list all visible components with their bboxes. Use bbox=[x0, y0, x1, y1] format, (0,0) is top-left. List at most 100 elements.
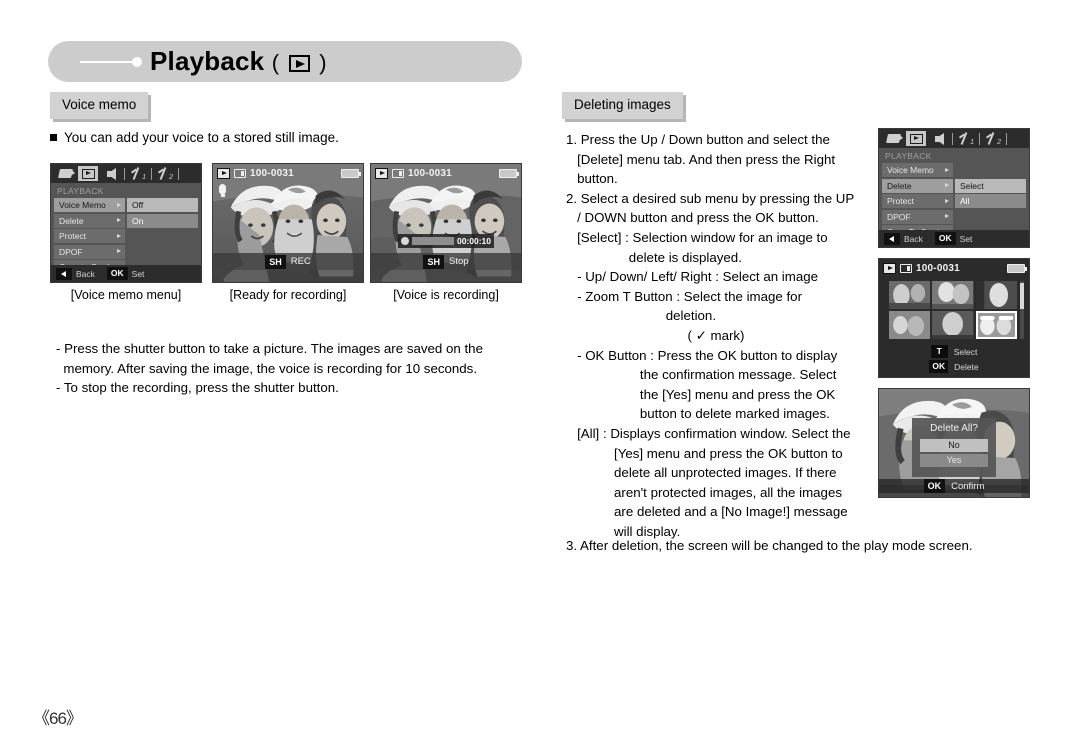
instruction-line: delete all unprotected images. If there bbox=[566, 465, 837, 481]
instruction-line: button to delete marked images. bbox=[566, 406, 830, 422]
instruction-line: - Zoom T Button : Select the image for bbox=[566, 288, 803, 304]
instruction-final-line: 3. After deletion, the screen will be ch… bbox=[566, 538, 973, 553]
instruction-line: deletion. bbox=[566, 308, 717, 324]
chevron-right-icon bbox=[117, 249, 121, 253]
section-tab-voice-memo: Voice memo bbox=[50, 92, 149, 119]
scrollbar-knob[interactable] bbox=[1020, 283, 1024, 309]
memory-card-icon bbox=[900, 263, 912, 273]
thumbnail-scrollbar[interactable] bbox=[1020, 281, 1024, 339]
recording-time: 00:00:10 bbox=[456, 236, 491, 246]
back-label: Back bbox=[76, 268, 95, 279]
menu-item-label: DPOF bbox=[59, 246, 83, 257]
paren-close: ) bbox=[319, 50, 327, 75]
menu-item-voice-memo[interactable]: Voice Memo bbox=[54, 198, 125, 212]
playback-mode-icon bbox=[375, 167, 388, 179]
legend-label: Select bbox=[953, 346, 978, 357]
menu-item-dpof[interactable]: DPOF bbox=[882, 209, 953, 224]
sound-icon[interactable] bbox=[929, 131, 949, 146]
thumbnail-item-selected[interactable] bbox=[975, 311, 1017, 339]
file-number: 100-0031 bbox=[408, 167, 452, 179]
setup2-icon[interactable]: 2 bbox=[155, 166, 175, 181]
menu-item-dpof[interactable]: DPOF bbox=[54, 244, 125, 259]
recording-mode-icon[interactable] bbox=[883, 131, 903, 146]
lcd-voice-is-recording: 100-0031 00:00:10 SH Stop bbox=[370, 163, 522, 283]
lcd-ready-for-recording: 100-0031 SH REC bbox=[212, 163, 364, 283]
submenu-list: Off On bbox=[126, 198, 201, 276]
thumbnail-item[interactable] bbox=[889, 311, 931, 339]
menu-title: PLAYBACK bbox=[57, 186, 104, 196]
menu-item-protect[interactable]: Protect bbox=[882, 194, 953, 208]
square-bullet-icon bbox=[50, 134, 57, 141]
lcd-bottom-strip bbox=[371, 270, 521, 282]
menu-item-protect[interactable]: Protect bbox=[54, 229, 125, 243]
mark-label: mark) bbox=[706, 327, 745, 343]
ok-key-icon[interactable]: OK bbox=[106, 267, 128, 280]
legend-label: Delete bbox=[954, 361, 979, 372]
recording-mode-icon[interactable] bbox=[55, 166, 75, 181]
setup1-icon[interactable]: 1 bbox=[956, 131, 976, 146]
instruction-line: aren't protected images, all the images bbox=[566, 484, 842, 500]
check-mark-note: ( ✓ mark) bbox=[566, 326, 866, 346]
rec-status-label: Stop bbox=[448, 256, 469, 267]
paren-open: ( bbox=[687, 327, 692, 343]
dialog-option-no[interactable]: No bbox=[920, 439, 988, 453]
instruction-line: [All] : Displays confirmation window. Se… bbox=[566, 425, 851, 441]
ok-key-icon: OK bbox=[923, 479, 946, 493]
menu-item-label: DPOF bbox=[887, 211, 911, 222]
back-label: Back bbox=[904, 233, 923, 244]
submenu-item-off[interactable]: Off bbox=[127, 198, 198, 212]
playback-mode-icon bbox=[217, 167, 230, 179]
voice-memo-notes: - Press the shutter button to take a pic… bbox=[56, 339, 536, 398]
setup1-icon[interactable]: 1 bbox=[128, 166, 148, 181]
setup2-icon[interactable]: 2 bbox=[983, 131, 1003, 146]
lcd-bottom-strip bbox=[213, 270, 363, 282]
confirm-label: Confirm bbox=[951, 480, 985, 492]
thumbnail-item[interactable] bbox=[932, 281, 974, 309]
deleting-images-instructions: 1. Press the Up / Down button and select… bbox=[566, 130, 973, 553]
icon-separator bbox=[151, 167, 152, 180]
menu-item-list: Voice Memo Delete Protect DPOF Copy To C… bbox=[879, 163, 954, 241]
instruction-line: the confirmation message. Select bbox=[566, 367, 837, 383]
thumbnail-item[interactable] bbox=[889, 281, 931, 309]
delete-all-dialog: Delete All? No Yes bbox=[912, 418, 996, 478]
dialog-option-yes[interactable]: Yes bbox=[920, 454, 988, 468]
playback-mode-icon[interactable] bbox=[78, 166, 98, 181]
sound-icon[interactable] bbox=[101, 166, 121, 181]
menu-item-label: Protect bbox=[59, 231, 86, 241]
rec-status-label: REC bbox=[290, 256, 311, 267]
menu-icon-bar: 1 2 bbox=[51, 164, 201, 183]
menu-item-delete[interactable]: Delete bbox=[54, 213, 125, 228]
left-arrow-key-icon[interactable] bbox=[56, 267, 72, 280]
lcd-delete-all-confirm: Delete All? No Yes OK Confirm bbox=[878, 388, 1030, 498]
thumbnail-item[interactable] bbox=[975, 281, 1017, 309]
lcd-status-bar: 100-0031 bbox=[213, 164, 363, 182]
thumbnail-legend: T Select OK Delete bbox=[879, 345, 1029, 373]
left-arrow-key-icon[interactable] bbox=[884, 232, 900, 245]
menu-item-label: Voice Memo bbox=[59, 200, 106, 210]
submenu-item-all[interactable]: All bbox=[955, 194, 1026, 208]
voice-memo-bullet-text: You can add your voice to a stored still… bbox=[64, 130, 339, 145]
menu-item-delete[interactable]: Delete bbox=[882, 178, 953, 193]
playback-mode-icon bbox=[883, 262, 896, 274]
sh-key-icon: SH bbox=[423, 254, 444, 269]
icon-separator bbox=[124, 167, 125, 180]
menu-item-voice-memo[interactable]: Voice Memo bbox=[882, 163, 953, 177]
submenu-item-select[interactable]: Select bbox=[955, 178, 1026, 193]
manual-page: Playback ( ) Voice memo Deleting images … bbox=[0, 0, 1080, 746]
thumbnail-item[interactable] bbox=[932, 311, 974, 339]
chevron-right-icon bbox=[945, 183, 949, 187]
t-key-icon: T bbox=[930, 345, 948, 358]
playback-mode-icon[interactable] bbox=[906, 131, 926, 146]
memory-card-icon bbox=[234, 168, 246, 178]
instruction-line: - OK Button : Press the OK button to dis… bbox=[566, 347, 838, 363]
instruction-line: 1. Press the Up / Down button and select… bbox=[566, 132, 830, 147]
battery-icon bbox=[499, 168, 519, 178]
icon-separator bbox=[952, 132, 953, 145]
voice-memo-bullet: You can add your voice to a stored still… bbox=[50, 129, 339, 147]
submenu-item-on[interactable]: On bbox=[127, 213, 198, 228]
recording-progress-meter: 00:00:10 bbox=[398, 234, 494, 248]
ok-key-icon[interactable]: OK bbox=[934, 232, 956, 245]
memory-card-icon bbox=[392, 168, 404, 178]
menu-bottom-bar: Back OK Set bbox=[51, 265, 201, 282]
menu-body: Voice Memo Delete Protect DPOF Copy To C… bbox=[879, 163, 1029, 241]
